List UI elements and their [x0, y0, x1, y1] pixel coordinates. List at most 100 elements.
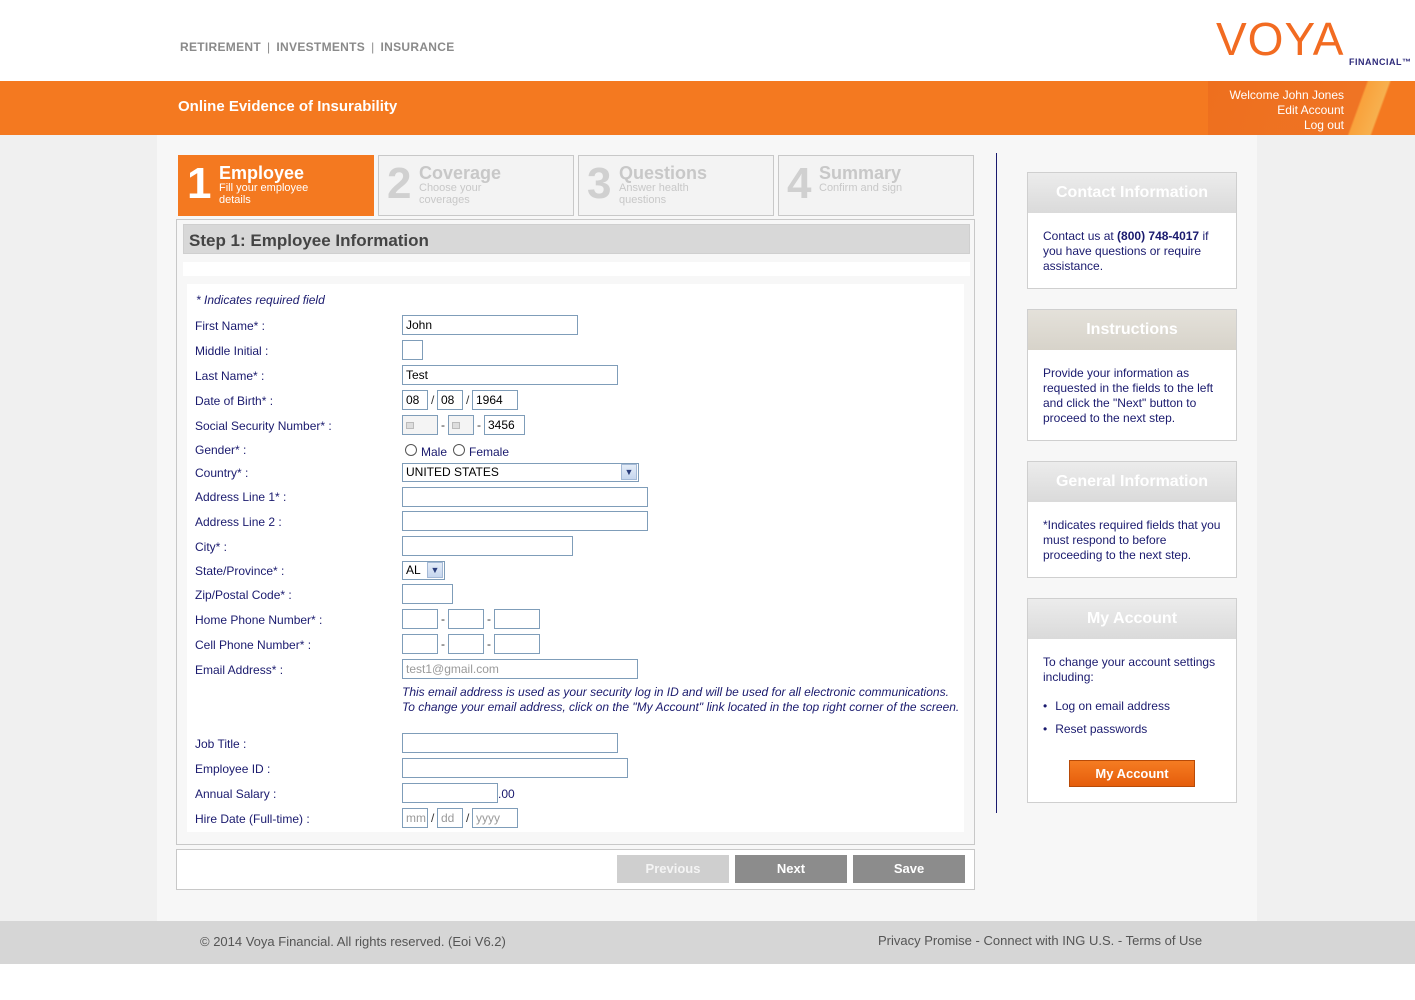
my-account-button[interactable]: My Account: [1069, 760, 1195, 787]
ssn-dash: -: [441, 418, 445, 432]
first-name-input[interactable]: John: [402, 315, 578, 335]
step-questions[interactable]: 3 Questions Answer health questions: [578, 155, 774, 216]
phone-dash: -: [487, 637, 491, 651]
email-input[interactable]: test1@gmail.com: [402, 659, 638, 679]
home-phone-area-input[interactable]: [402, 609, 438, 629]
logo-main-text: VOYA: [1216, 13, 1345, 65]
dob-sep: /: [431, 393, 435, 407]
chevron-down-icon[interactable]: ▼: [621, 464, 637, 480]
step-number: 1: [187, 159, 212, 208]
middle-initial-input[interactable]: [402, 340, 423, 360]
email-note: This email address is used as your secur…: [402, 685, 960, 714]
step-employee[interactable]: 1 Employee Fill your employee details: [178, 155, 374, 216]
gender-male-label: Male: [421, 445, 448, 459]
employee-id-label: Employee ID :: [195, 762, 271, 776]
nav-retirement[interactable]: RETIREMENT: [180, 40, 261, 54]
middle-initial-label: Middle Initial :: [195, 344, 269, 358]
instructions-body: Provide your information as requested in…: [1043, 366, 1214, 425]
state-label: State/Province* :: [195, 564, 285, 578]
connect-link[interactable]: Connect with ING U.S.: [983, 933, 1114, 948]
address1-input[interactable]: [402, 487, 648, 507]
dob-sep: /: [466, 393, 470, 407]
welcome-text: Welcome John Jones: [1229, 88, 1344, 102]
contact-info-box: Contact Information Contact us at (800) …: [1027, 172, 1237, 289]
terms-link[interactable]: Terms of Use: [1126, 933, 1203, 948]
cell-phone-prefix-input[interactable]: [448, 634, 484, 654]
step-summary[interactable]: 4 Summary Confirm and sign: [778, 155, 974, 216]
hire-sep: /: [431, 811, 435, 825]
gender-female-label: Female: [469, 445, 510, 459]
dob-year-input[interactable]: 1964: [472, 390, 518, 410]
job-title-input[interactable]: [402, 733, 618, 753]
form-heading: Step 1: Employee Information: [189, 231, 429, 250]
step-desc: Fill your employee details: [219, 182, 309, 206]
state-value: AL: [406, 563, 421, 577]
step-name: Coverage: [419, 163, 502, 183]
gender-male-radio[interactable]: [405, 444, 417, 456]
hire-month-input[interactable]: mm: [402, 808, 428, 828]
salary-input[interactable]: [402, 783, 498, 803]
last-name-input[interactable]: Test: [402, 365, 618, 385]
step-desc: Answer health questions: [619, 182, 689, 206]
zip-input[interactable]: [402, 584, 453, 604]
voya-logo[interactable]: VOYA FINANCIAL™: [1216, 12, 1411, 72]
chevron-down-icon[interactable]: ▼: [427, 562, 443, 578]
job-title-label: Job Title :: [195, 737, 247, 751]
ssn-part2-input[interactable]: [448, 415, 474, 435]
next-button[interactable]: Next: [735, 855, 847, 883]
my-account-list: Log on email address Reset passwords: [1043, 699, 1221, 737]
address1-label: Address Line 1* :: [195, 490, 287, 504]
instructions-box: Instructions Provide your information as…: [1027, 309, 1237, 441]
footer: © 2014 Voya Financial. All rights reserv…: [0, 921, 1415, 964]
contact-info-title: Contact Information: [1028, 173, 1236, 213]
footer-sep: -: [1114, 933, 1126, 948]
general-info-box: General Information *Indicates required …: [1027, 461, 1237, 578]
general-info-title: General Information: [1028, 462, 1236, 502]
step-desc: Choose your coverages: [419, 182, 482, 206]
country-value: UNITED STATES: [406, 465, 499, 479]
cell-phone-label: Cell Phone Number* :: [195, 638, 312, 652]
hire-year-input[interactable]: yyyy: [472, 808, 518, 828]
step-number: 2: [387, 159, 412, 208]
country-select[interactable]: UNITED STATES: [402, 463, 639, 482]
cell-phone-line-input[interactable]: [494, 634, 540, 654]
dob-month-input[interactable]: 08: [402, 390, 428, 410]
city-input[interactable]: [402, 536, 573, 556]
save-button[interactable]: Save: [853, 855, 965, 883]
step-coverage[interactable]: 2 Coverage Choose your coverages: [378, 155, 574, 216]
phone-dash: -: [487, 612, 491, 626]
required-note: * Indicates required field: [196, 293, 325, 307]
title-band: Online Evidence of Insurability Welcome …: [0, 81, 1415, 135]
step-desc: Confirm and sign: [819, 182, 903, 194]
ssn-dash: -: [477, 418, 481, 432]
step-name: Summary: [819, 163, 902, 183]
privacy-link[interactable]: Privacy Promise: [878, 933, 972, 948]
step-name: Employee: [219, 163, 305, 183]
address2-input[interactable]: [402, 511, 648, 531]
gender-label: Gender* :: [195, 443, 247, 457]
form-heading-bar: Step 1: Employee Information: [183, 224, 970, 254]
ssn-part1-input[interactable]: [402, 415, 438, 435]
logout-link[interactable]: Log out: [1229, 118, 1344, 133]
form-spacer: [183, 262, 970, 276]
my-account-title: My Account: [1028, 599, 1236, 639]
dob-day-input[interactable]: 08: [437, 390, 463, 410]
zip-label: Zip/Postal Code* :: [195, 588, 292, 602]
home-phone-prefix-input[interactable]: [448, 609, 484, 629]
edit-account-link[interactable]: Edit Account: [1229, 103, 1344, 118]
hire-day-input[interactable]: dd: [437, 808, 463, 828]
employee-id-input[interactable]: [402, 758, 628, 778]
phone-dash: -: [441, 612, 445, 626]
my-account-text: To change your account settings includin…: [1043, 655, 1216, 684]
contact-info-body: Contact us at (800) 748-4017 if you have…: [1028, 213, 1236, 274]
cell-phone-area-input[interactable]: [402, 634, 438, 654]
footer-sep: -: [971, 933, 984, 948]
gender-female-radio[interactable]: [453, 444, 465, 456]
home-phone-line-input[interactable]: [494, 609, 540, 629]
phone-dash: -: [441, 637, 445, 651]
dob-label: Date of Birth* :: [195, 394, 274, 408]
previous-button[interactable]: Previous: [617, 855, 729, 883]
nav-investments[interactable]: INVESTMENTS: [276, 40, 365, 54]
ssn-last4-input[interactable]: 3456: [484, 415, 525, 435]
nav-insurance[interactable]: INSURANCE: [381, 40, 455, 54]
